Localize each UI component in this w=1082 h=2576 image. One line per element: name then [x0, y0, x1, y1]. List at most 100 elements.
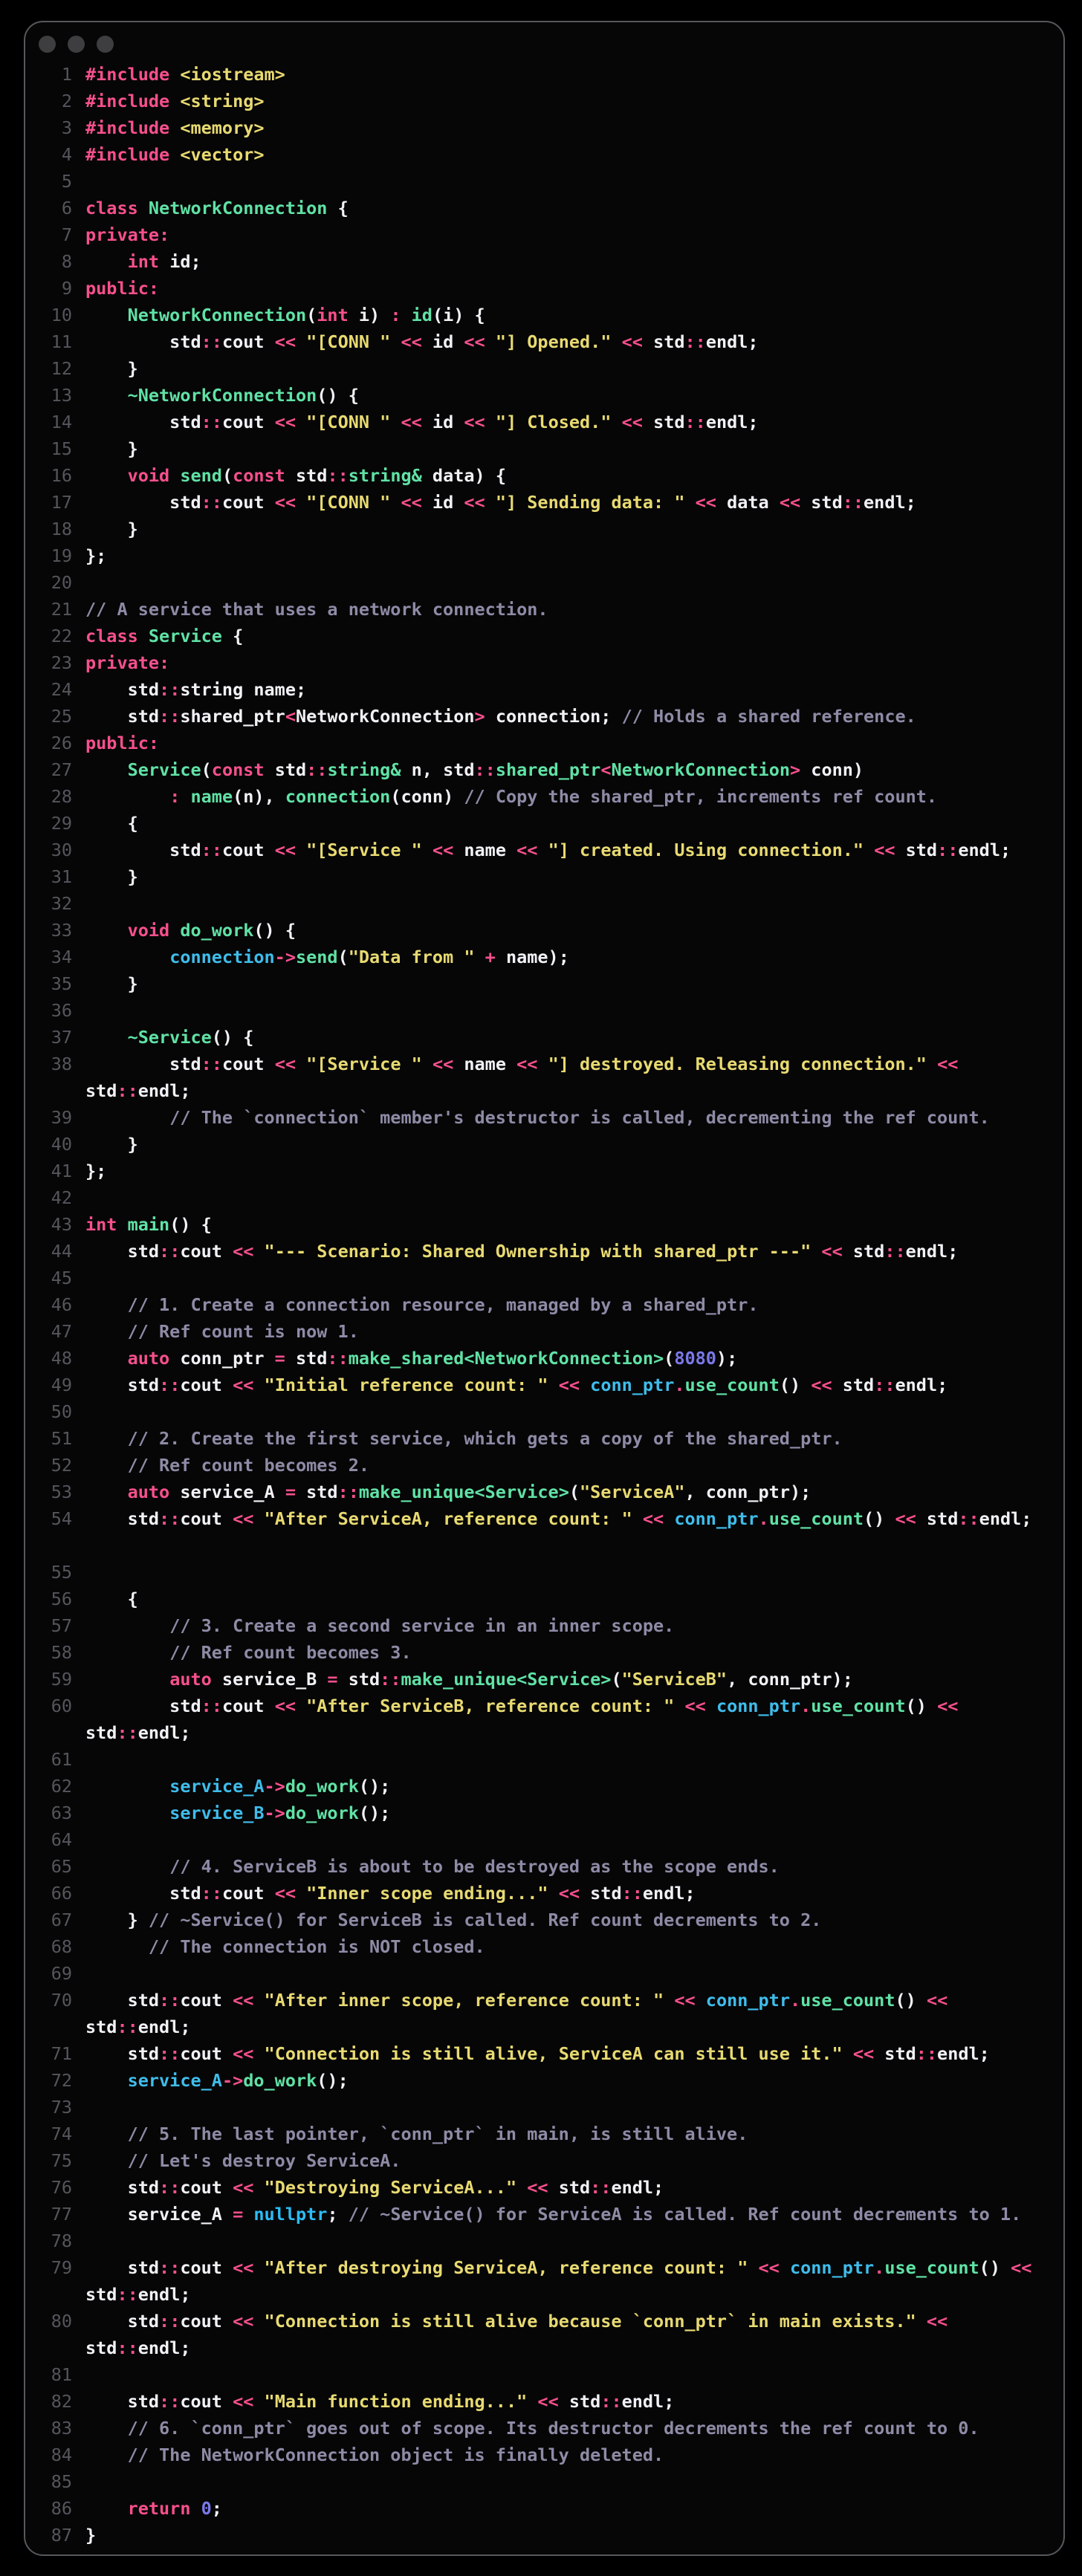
- line-number: 51: [51, 1428, 72, 1449]
- code-text: std::cout << "Connection is still alive …: [85, 2311, 948, 2358]
- code-line: 73: [33, 2094, 1053, 2121]
- code-line: 14 std::cout << "[CONN " << id << "] Clo…: [33, 409, 1053, 435]
- code-text: // Let's destroy ServiceA.: [127, 2150, 401, 2171]
- code-line: 85: [33, 2468, 1053, 2495]
- code-text: std::cout << "[Service " << name << "] c…: [85, 840, 1011, 860]
- code-line: 54 std::cout << "After ServiceA, referen…: [33, 1505, 1053, 1559]
- code-text: service_B->do_work();: [169, 1803, 391, 1823]
- line-number: 17: [51, 492, 72, 513]
- code-text: // A service that uses a network connect…: [85, 599, 548, 620]
- line-number: 43: [51, 1214, 72, 1235]
- line-number: 2: [61, 91, 72, 111]
- window-zoom-icon[interactable]: [97, 36, 114, 53]
- code-text: }: [85, 1134, 138, 1155]
- code-line: 62 service_A->do_work();: [33, 1773, 1053, 1800]
- line-number: 47: [51, 1321, 72, 1342]
- code-line: 83 // 6. `conn_ptr` goes out of scope. I…: [33, 2415, 1053, 2442]
- code-text: std::cout << "Main function ending..." <…: [85, 2391, 675, 2412]
- code-text: } // ~Service() for ServiceB is called. …: [85, 1910, 822, 1930]
- line-number: 61: [51, 1749, 72, 1770]
- window-minimize-icon[interactable]: [68, 36, 85, 53]
- code-line: 6 class NetworkConnection {: [33, 195, 1053, 221]
- code-text: #include <vector>: [85, 144, 265, 165]
- line-number: 69: [51, 1963, 72, 1984]
- code-line: 23 private:: [33, 649, 1053, 676]
- line-number: 22: [51, 626, 72, 646]
- line-number: 13: [51, 385, 72, 406]
- line-number: 82: [51, 2391, 72, 2412]
- code-text: Service(const std::string& n, std::share…: [127, 759, 864, 780]
- line-number: 49: [51, 1375, 72, 1395]
- code-text: connection->send("Data from " + name);: [169, 947, 569, 967]
- code-line: 50: [33, 1398, 1053, 1425]
- code-line: 43 int main() {: [33, 1211, 1053, 1238]
- code-text: // 6. `conn_ptr` goes out of scope. Its …: [127, 2418, 979, 2439]
- code-line: 80 std::cout << "Connection is still ali…: [33, 2308, 1053, 2361]
- code-text: }: [85, 358, 138, 379]
- code-line: 29 {: [33, 810, 1053, 837]
- code-line: 10 NetworkConnection(int i) : id(i) {: [33, 302, 1053, 328]
- line-number: 34: [51, 947, 72, 967]
- code-text: private:: [85, 224, 170, 245]
- code-text: }: [85, 438, 138, 459]
- line-number: 19: [51, 545, 72, 566]
- code-text: int id;: [127, 251, 201, 272]
- code-line: 13 ~NetworkConnection() {: [33, 382, 1053, 409]
- line-number: 32: [51, 893, 72, 914]
- code-line: 55: [33, 1559, 1053, 1586]
- code-text: std::cout << "[CONN " << id << "] Opened…: [85, 331, 759, 352]
- line-number: 65: [51, 1856, 72, 1877]
- code-text: // Ref count is now 1.: [127, 1321, 359, 1342]
- code-line: 37 ~Service() {: [33, 1024, 1053, 1051]
- line-number: 5: [61, 171, 72, 192]
- code-text: };: [85, 545, 107, 566]
- line-number: 24: [51, 679, 72, 700]
- code-line: 57 // 3. Create a second service in an i…: [33, 1612, 1053, 1639]
- code-line: 78: [33, 2228, 1053, 2254]
- line-number: 15: [51, 438, 72, 459]
- code-line: 9 public:: [33, 275, 1053, 302]
- code-text: std::shared_ptr<NetworkConnection> conne…: [85, 706, 916, 727]
- code-line: 87}: [33, 2522, 1053, 2549]
- code-text: private:: [85, 652, 170, 673]
- code-line: 47 // Ref count is now 1.: [33, 1318, 1053, 1345]
- line-number: 74: [51, 2124, 72, 2144]
- code-line: 22 class Service {: [33, 623, 1053, 649]
- code-line: 25 std::shared_ptr<NetworkConnection> co…: [33, 703, 1053, 730]
- code-line: 58 // Ref count becomes 3.: [33, 1639, 1053, 1666]
- code-text: }: [85, 973, 138, 994]
- code-text: std::cout << "[CONN " << id << "] Sendin…: [85, 492, 916, 513]
- code-line: 8 int id;: [33, 248, 1053, 275]
- line-number: 23: [51, 652, 72, 673]
- code-text: // Ref count becomes 3.: [169, 1642, 412, 1663]
- line-number: 60: [51, 1696, 72, 1716]
- code-text: }: [85, 2525, 97, 2546]
- code-text: std::cout << "Connection is still alive,…: [85, 2043, 990, 2064]
- code-text: : name(n), connection(conn) // Copy the …: [169, 786, 938, 807]
- line-number: 52: [51, 1455, 72, 1476]
- line-number: 20: [51, 572, 72, 593]
- code-line: 66 std::cout << "Inner scope ending..." …: [33, 1880, 1053, 1907]
- code-text: void do_work() {: [127, 920, 296, 941]
- line-number: 30: [51, 840, 72, 860]
- code-line: 28 : name(n), connection(conn) // Copy t…: [33, 783, 1053, 810]
- line-number: 77: [51, 2204, 72, 2225]
- line-number: 40: [51, 1134, 72, 1155]
- code-text: void send(const std::string& data) {: [127, 465, 506, 486]
- code-text: }: [85, 866, 138, 887]
- code-line: 39 // The `connection` member's destruct…: [33, 1104, 1053, 1131]
- line-number: 67: [51, 1910, 72, 1930]
- code-line: 32: [33, 890, 1053, 917]
- code-text: // The `connection` member's destructor …: [169, 1107, 990, 1128]
- line-number: 9: [61, 278, 72, 299]
- line-number: 48: [51, 1348, 72, 1369]
- code-line: 41};: [33, 1158, 1053, 1184]
- line-number: 10: [51, 305, 72, 325]
- line-number: 31: [51, 866, 72, 887]
- code-line: 72 service_A->do_work();: [33, 2067, 1053, 2094]
- window-close-icon[interactable]: [39, 36, 56, 53]
- line-number: 86: [51, 2498, 72, 2519]
- line-number: 83: [51, 2418, 72, 2439]
- line-number: 68: [51, 1936, 72, 1957]
- line-number: 36: [51, 1000, 72, 1021]
